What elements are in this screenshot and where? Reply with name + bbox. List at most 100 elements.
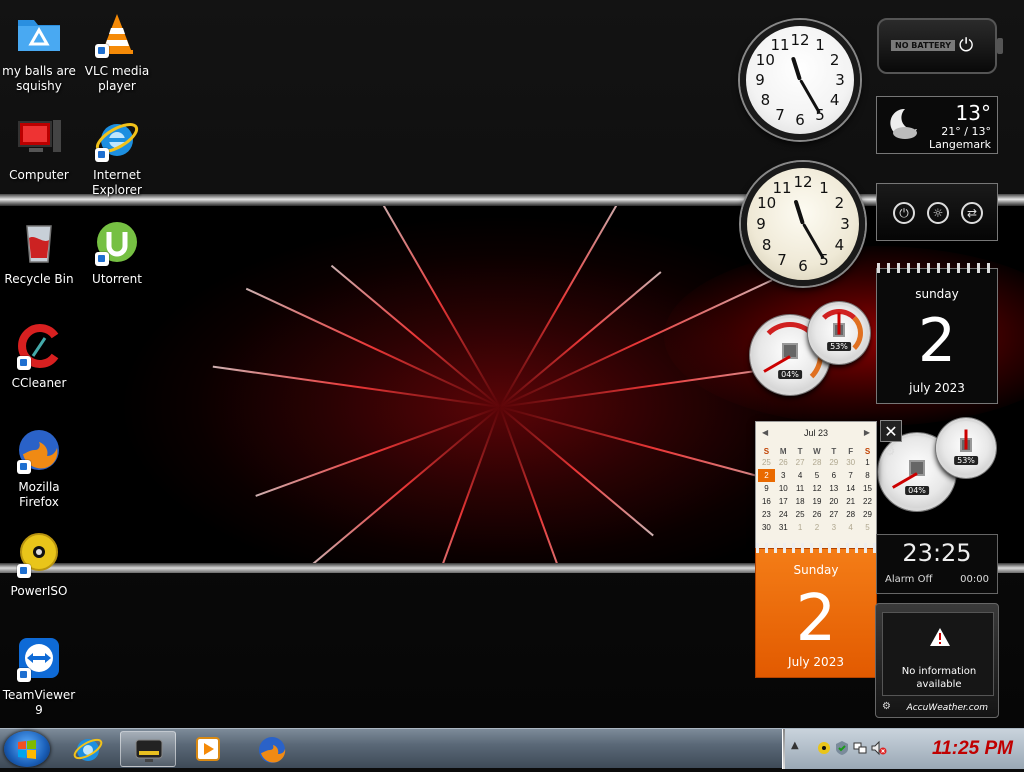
calendar-day[interactable]: 19 (809, 495, 826, 508)
taskbar-firefox[interactable] (244, 731, 300, 767)
show-hidden-icons-icon[interactable]: ▲ (791, 740, 805, 756)
analog-clock-gadget-2[interactable]: 1 2 3 4 5 6 7 8 9 10 11 12 (741, 162, 865, 286)
taskbar-active-window[interactable] (120, 731, 176, 767)
taskbar-media-player[interactable] (180, 731, 236, 767)
poweriso-tray-icon[interactable] (817, 740, 831, 756)
desktop-icon-ccleaner[interactable]: CCleaner (0, 322, 78, 391)
calendar-day[interactable]: 13 (825, 482, 842, 495)
calendar-day[interactable]: 10 (775, 482, 792, 495)
clock-numeral: 5 (819, 251, 829, 270)
desktop-icon-firefox[interactable]: Mozilla Firefox (0, 426, 78, 510)
desktop-icon-poweriso[interactable]: PowerISO (0, 530, 78, 599)
calendar-day[interactable]: 30 (758, 521, 775, 534)
ram-gauge-2: 53% (936, 418, 996, 478)
calendar-day[interactable]: 11 (792, 482, 809, 495)
calendar-day[interactable]: 12 (809, 482, 826, 495)
calendar-day[interactable]: 8 (859, 469, 876, 482)
clock-numeral: 11 (772, 178, 792, 197)
internet-explorer-icon (73, 738, 103, 761)
calendar-day[interactable]: 16 (758, 495, 775, 508)
calendar-day[interactable]: 28 (842, 508, 859, 521)
calendar-day[interactable]: 28 (809, 456, 826, 469)
taskbar-clock[interactable]: 11:25 PM (893, 738, 1013, 760)
month-calendar[interactable]: ◀ Jul 23 ▶ S M T W T F S 25 26 27 28 29 30 1 2 3 4 5 6 7 8 9 1… (755, 421, 877, 549)
settings-icon[interactable]: ⚙ (882, 701, 894, 713)
cpu-meter-gadget[interactable]: 04% 53% (750, 300, 875, 410)
desktop-icon-teamviewer[interactable]: TeamViewer 9 (0, 634, 78, 718)
desktop-icon-utorrent[interactable]: Utorrent (78, 218, 156, 287)
desktop[interactable]: my balls are squishy Computer Recycle Bi… (0, 0, 1024, 728)
calendar-day[interactable]: 14 (842, 482, 859, 495)
calendar-day[interactable]: 23 (758, 508, 775, 521)
weekday-header: M (779, 447, 787, 456)
orange-calendar-gadget[interactable]: Sunday 2 July 2023 (755, 543, 877, 678)
brightness-icon[interactable]: ☼ (927, 202, 949, 224)
switch-icon[interactable]: ⇄ (961, 202, 983, 224)
calendar-day[interactable]: 17 (775, 495, 792, 508)
next-month-icon[interactable]: ▶ (860, 428, 870, 437)
desktop-icon-computer[interactable]: Computer (0, 114, 78, 183)
calendar-day[interactable]: 30 (842, 456, 859, 469)
volume-muted-icon[interactable] (871, 740, 887, 756)
calendar-day[interactable]: 27 (792, 456, 809, 469)
calendar-day[interactable]: 15 (859, 482, 876, 495)
calendar-week-row: 9 10 11 12 13 14 15 (758, 482, 876, 495)
desktop-icon-internet-explorer[interactable]: Internet Explorer (78, 114, 156, 198)
calendar-day[interactable]: 26 (775, 456, 792, 469)
calendar-day[interactable]: 7 (842, 469, 859, 482)
calendar-day[interactable]: 21 (842, 495, 859, 508)
calendar-week-row: 30 31 1 2 3 4 5 (758, 521, 876, 534)
calendar-day[interactable]: 3 (825, 521, 842, 534)
digital-clock-gadget[interactable]: 23:25 Alarm Off 00:00 (876, 534, 998, 594)
computer-icon (15, 114, 63, 162)
start-button[interactable] (4, 731, 50, 767)
security-shield-icon[interactable] (835, 740, 849, 756)
calendar-day[interactable]: 4 (792, 469, 809, 482)
cpu-meter-gadget-2[interactable]: 04% 53% ✕ ⚙ (876, 418, 1001, 513)
calendar-day[interactable]: 26 (809, 508, 826, 521)
date-gadget[interactable]: sunday 2 july 2023 (876, 263, 998, 404)
desktop-icon-label: Internet Explorer (92, 168, 142, 197)
calendar-day[interactable]: 29 (825, 456, 842, 469)
calendar-day[interactable]: 25 (792, 508, 809, 521)
calendar-day[interactable]: 5 (859, 521, 876, 534)
accuweather-gadget[interactable]: No information available ⚙ AccuWeather.c… (875, 603, 999, 718)
cpu-percent: 04% (905, 486, 929, 496)
calendar-day[interactable]: 5 (809, 469, 826, 482)
desktop-icon-label: PowerISO (10, 584, 68, 598)
ram-percent: 53% (827, 341, 851, 351)
calendar-day[interactable]: 22 (859, 495, 876, 508)
analog-clock-gadget[interactable]: 1 2 3 4 5 6 7 8 9 10 11 12 (740, 20, 860, 140)
calendar-day[interactable]: 3 (775, 469, 792, 482)
calendar-day[interactable]: 20 (825, 495, 842, 508)
calendar-day[interactable]: 27 (825, 508, 842, 521)
power-icon[interactable]: ⏻ (893, 202, 915, 224)
desktop-icon-vlc[interactable]: VLC media player (78, 10, 156, 94)
calendar-day[interactable]: 29 (859, 508, 876, 521)
weekday-header: T (831, 447, 837, 456)
desktop-icon-folder[interactable]: my balls are squishy (0, 10, 78, 94)
calendar-day[interactable]: 2 (809, 521, 826, 534)
battery-gadget[interactable]: NO BATTERY ⏻ (877, 18, 1003, 74)
calendar-day[interactable]: 1 (792, 521, 809, 534)
calendar-day[interactable]: 9 (758, 482, 775, 495)
calendar-day[interactable]: 24 (775, 508, 792, 521)
calendar-day[interactable]: 18 (792, 495, 809, 508)
settings-icon[interactable]: ⚙ (882, 444, 898, 460)
taskbar-internet-explorer[interactable] (60, 731, 116, 767)
calendar-day[interactable]: 6 (825, 469, 842, 482)
calendar-day[interactable]: 2 (758, 469, 775, 482)
desktop-icon-recycle-bin[interactable]: Recycle Bin (0, 218, 78, 287)
calendar-day[interactable]: 1 (859, 456, 876, 469)
network-icon[interactable] (853, 740, 867, 756)
calendar-day[interactable]: 4 (842, 521, 859, 534)
calendar-day[interactable]: 31 (775, 521, 792, 534)
calendar-day[interactable]: 25 (758, 456, 775, 469)
close-icon[interactable]: ✕ (880, 420, 902, 442)
desktop-icon-label: Utorrent (92, 272, 142, 286)
accuweather-brand[interactable]: AccuWeather.com (907, 703, 988, 713)
accuweather-message: No information available (901, 666, 977, 690)
weather-gadget[interactable]: 13° 21° / 13° Langemark (876, 96, 998, 154)
windows-logo-icon (18, 740, 36, 759)
clock-numeral: 12 (793, 173, 813, 191)
